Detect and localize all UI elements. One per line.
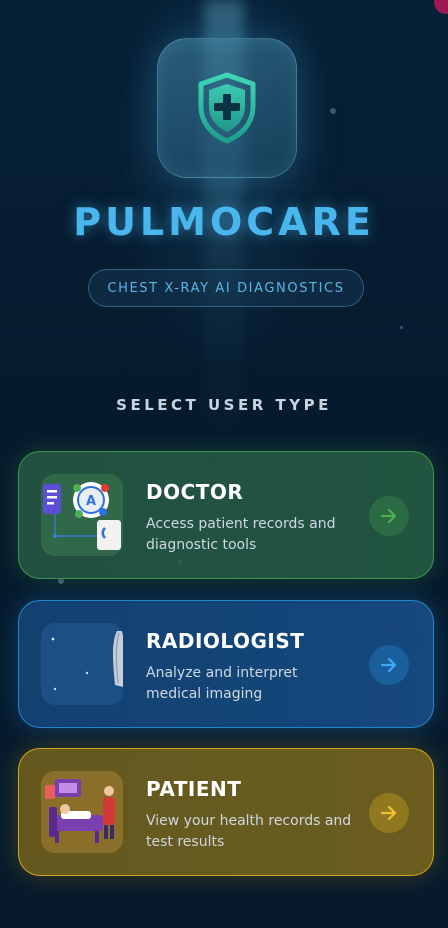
role-description: View your health records and test result…: [146, 813, 352, 850]
arrow-right-icon[interactable]: [369, 645, 409, 685]
arrow-right-icon[interactable]: [369, 793, 409, 833]
role-title: DOCTOR: [146, 480, 244, 504]
app-logo: [157, 38, 297, 178]
role-card-patient[interactable]: PATIENT View your health records and tes…: [18, 748, 434, 876]
role-description: Analyze and interpret medical imaging: [146, 665, 298, 702]
role-title: PATIENT: [146, 777, 242, 801]
svg-text:A: A: [86, 494, 96, 509]
role-card-radiologist[interactable]: RADIOLOGIST Analyze and interpret medica…: [18, 600, 434, 728]
app-tagline: CHEST X-RAY AI DIAGNOSTICS: [88, 269, 364, 307]
role-card-doctor[interactable]: A DOCTOR Access patient records and diag…: [18, 451, 434, 579]
patient-illustration-icon: [41, 771, 123, 853]
dust-particle: [400, 326, 403, 329]
role-title: RADIOLOGIST: [146, 629, 305, 653]
corner-dot: [434, 0, 448, 14]
select-user-type-heading: SELECT USER TYPE: [116, 396, 332, 414]
dust-particle: [330, 108, 336, 114]
app-title: PULMOCARE: [73, 200, 375, 244]
shield-cross-icon: [198, 72, 256, 144]
doctor-illustration-icon: A: [41, 474, 123, 556]
arrow-right-icon[interactable]: [369, 496, 409, 536]
role-description: Access patient records and diagnostic to…: [146, 516, 336, 553]
login-screen: PULMOCARE CHEST X-RAY AI DIAGNOSTICS SEL…: [0, 0, 448, 928]
xray-illustration-icon: [41, 623, 123, 705]
